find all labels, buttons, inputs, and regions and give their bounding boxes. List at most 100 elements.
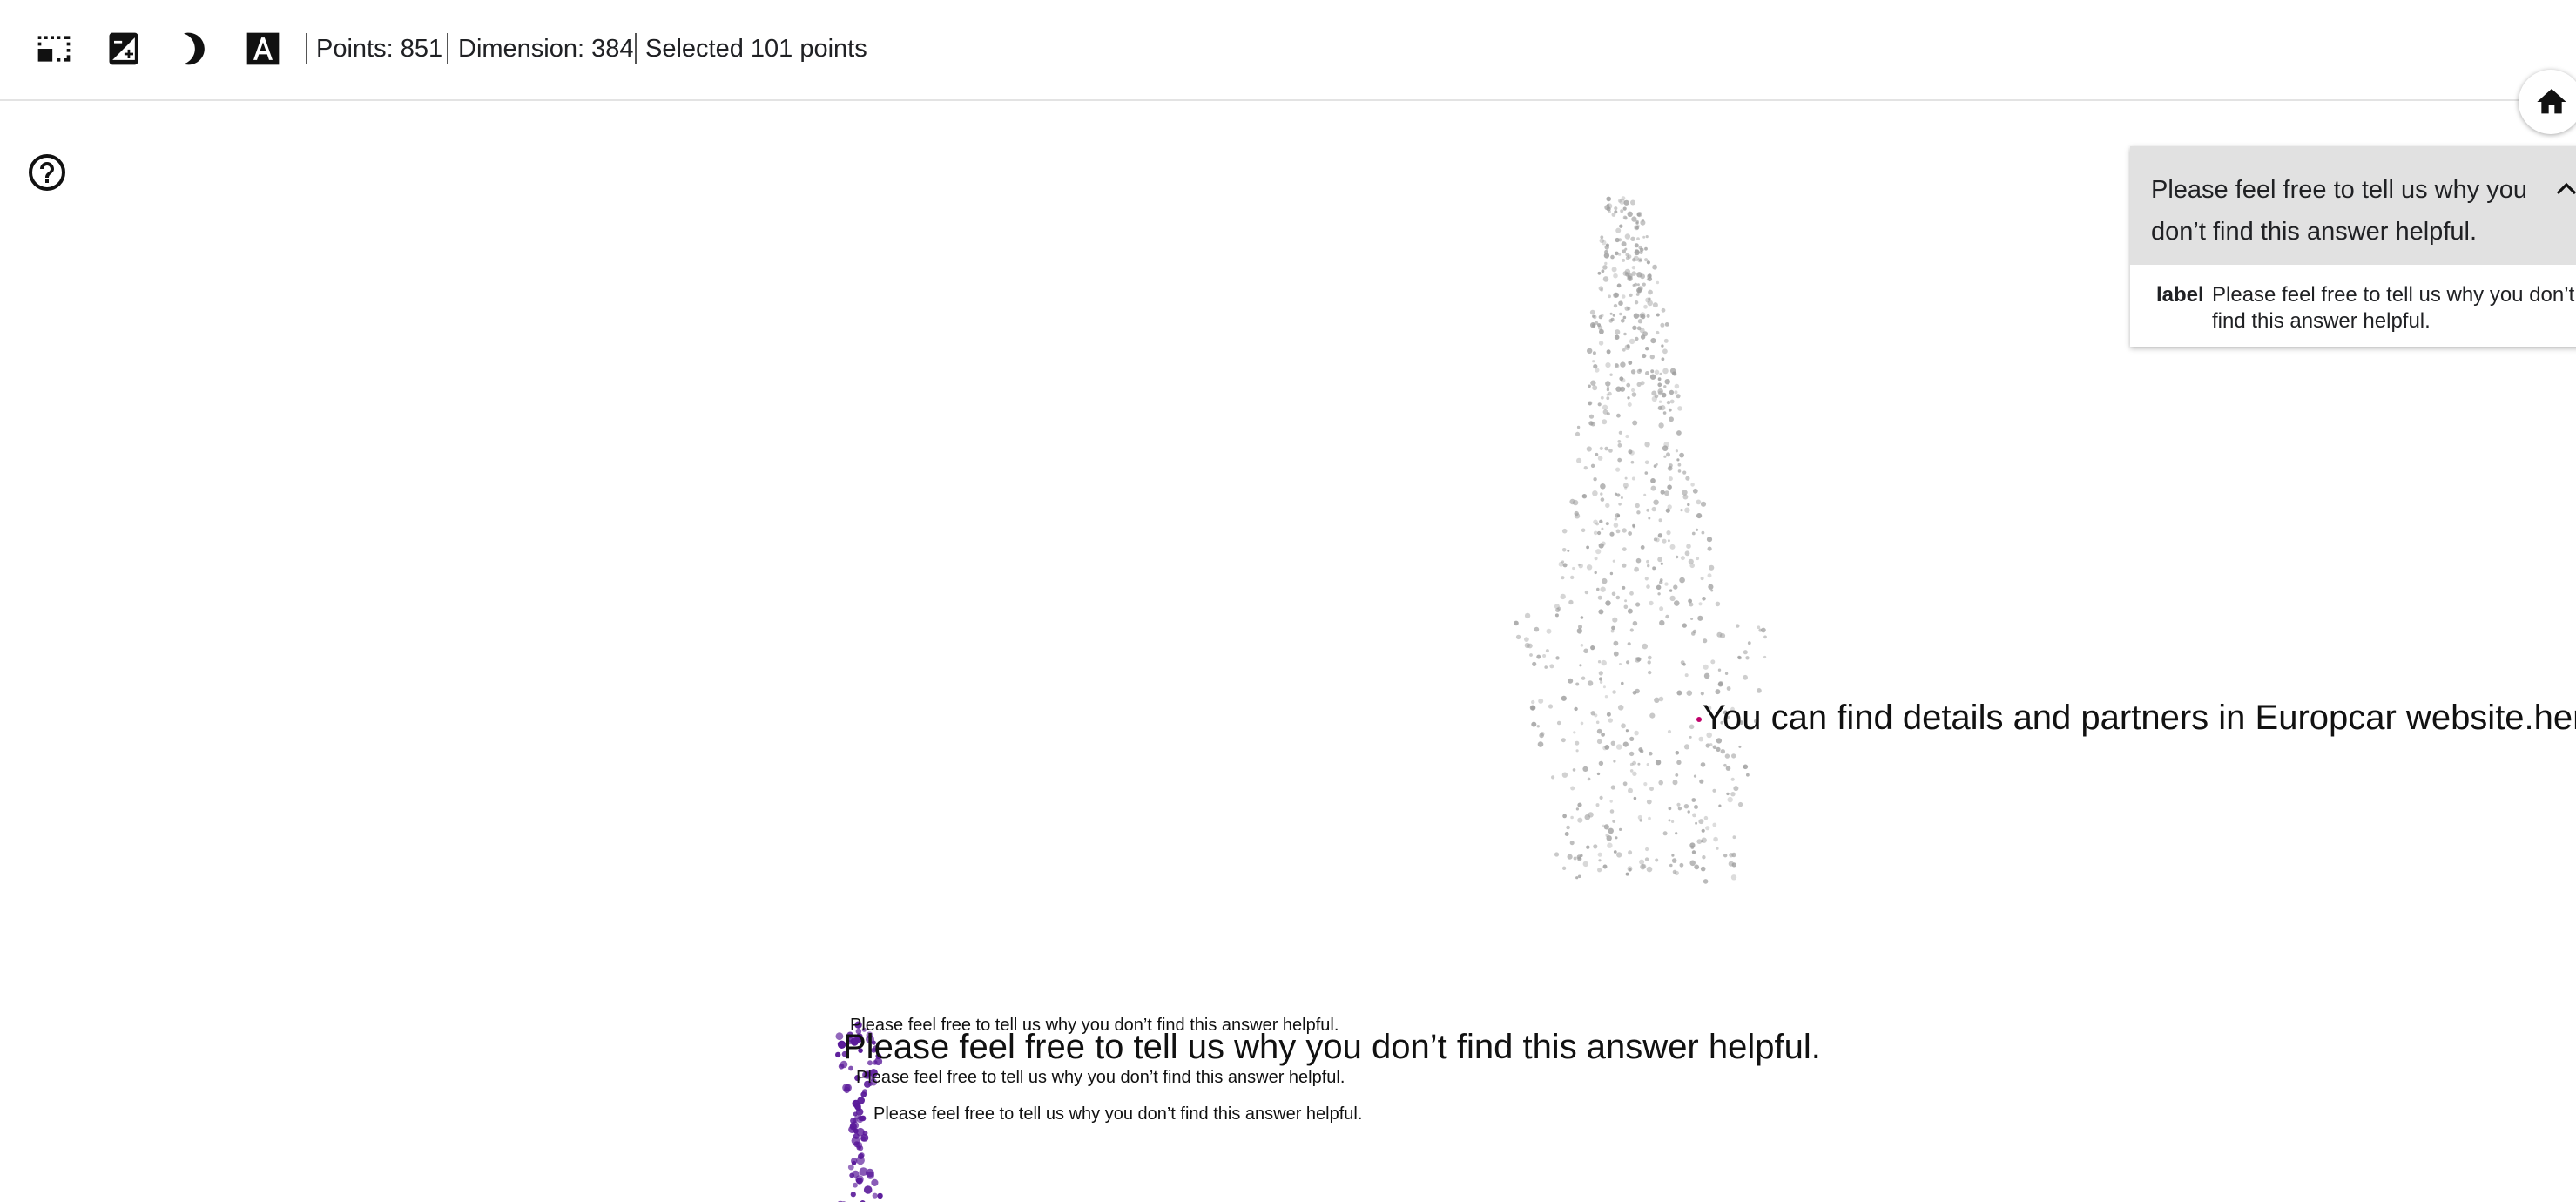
- data-point: [1656, 584, 1662, 591]
- data-point: [1701, 828, 1705, 833]
- rectangle-select-icon[interactable]: [31, 26, 77, 71]
- data-point: [1672, 780, 1678, 786]
- data-point: [1542, 654, 1547, 658]
- moon-icon[interactable]: [171, 26, 216, 71]
- selected-data-point: [860, 1133, 869, 1142]
- selected-data-point: [851, 1158, 858, 1165]
- data-point: [1575, 807, 1579, 811]
- data-point: [1662, 368, 1669, 375]
- data-point: [1658, 518, 1662, 523]
- data-point: [1575, 749, 1579, 753]
- data-point: [1597, 271, 1602, 275]
- data-point: [1613, 640, 1619, 646]
- data-point: [1576, 457, 1582, 463]
- data-point: [1640, 381, 1645, 386]
- data-point: [1635, 503, 1640, 509]
- data-point: [1695, 528, 1699, 531]
- data-point: [1598, 341, 1604, 346]
- data-point: [1650, 478, 1656, 483]
- data-point: [1578, 564, 1583, 569]
- exposure-icon[interactable]: [101, 26, 146, 71]
- data-point: [1622, 258, 1626, 262]
- data-point: [1599, 680, 1603, 684]
- data-point: [1624, 599, 1628, 603]
- dimension-count: Dimension: 384: [458, 35, 634, 63]
- data-point: [1635, 336, 1639, 341]
- data-point: [1677, 463, 1682, 467]
- data-point: [1679, 862, 1684, 868]
- data-point: [1629, 736, 1635, 742]
- selected-count: Selected 101 points: [645, 35, 867, 63]
- chevron-up-icon[interactable]: [2553, 176, 2576, 199]
- data-point: [1640, 749, 1644, 753]
- data-point: [1651, 506, 1656, 512]
- data-point: [1534, 626, 1540, 632]
- data-point: [1698, 819, 1704, 825]
- data-point: [1715, 601, 1721, 607]
- data-point: [1544, 665, 1548, 669]
- data-point: [1640, 334, 1646, 340]
- data-point: [1673, 584, 1678, 590]
- data-point: [1609, 312, 1613, 315]
- data-point: [1586, 446, 1592, 452]
- data-point: [1604, 446, 1608, 451]
- data-point: [1603, 253, 1610, 259]
- data-point: [1652, 566, 1656, 571]
- data-point: [1709, 564, 1715, 571]
- data-point: [1641, 314, 1646, 320]
- selected-data-point: [853, 1182, 858, 1188]
- data-point: [1649, 600, 1654, 606]
- data-point: [1602, 276, 1609, 282]
- data-point: [1602, 409, 1608, 415]
- data-point: [1597, 456, 1603, 461]
- data-point: [1686, 544, 1691, 549]
- data-point: [1617, 457, 1622, 463]
- data-point: [1600, 497, 1605, 502]
- data-point: [1669, 863, 1673, 868]
- data-point: [1630, 369, 1636, 375]
- selected-data-point: [863, 1185, 873, 1194]
- data-point: [1588, 384, 1591, 388]
- data-point: [1696, 557, 1700, 561]
- data-point: [1601, 269, 1605, 273]
- data-point: [1732, 835, 1736, 840]
- data-point: [1624, 476, 1628, 480]
- panel-field-key: label: [2156, 283, 2204, 307]
- data-point: [1675, 832, 1678, 835]
- panel-header[interactable]: Please feel free to tell us why you don’…: [2130, 146, 2576, 265]
- data-point: [1653, 499, 1659, 505]
- data-point: [1592, 351, 1596, 355]
- data-point: [1562, 814, 1567, 819]
- data-point: [1660, 490, 1665, 495]
- data-point: [1677, 406, 1682, 411]
- data-point: [1624, 486, 1628, 490]
- data-point: [1637, 814, 1642, 820]
- data-point: [1643, 782, 1648, 787]
- selected-data-point: [860, 1115, 867, 1122]
- data-point: [1698, 602, 1703, 606]
- data-point: [1657, 382, 1662, 388]
- data-point: [1649, 374, 1656, 380]
- data-point: [1646, 314, 1650, 318]
- data-point: [1647, 276, 1653, 282]
- data-point: [1658, 780, 1663, 786]
- data-point: [1702, 597, 1706, 601]
- data-point: [1684, 550, 1690, 557]
- data-point: [1605, 522, 1609, 526]
- data-point: [1619, 663, 1622, 665]
- data-point: [1554, 852, 1560, 857]
- points-count: Points: 851: [316, 35, 443, 63]
- data-point: [1587, 777, 1591, 781]
- data-point: [1616, 852, 1622, 858]
- data-point: [1621, 723, 1626, 729]
- data-point: [1726, 792, 1730, 796]
- data-point: [1637, 319, 1643, 324]
- data-point: [1596, 772, 1601, 776]
- data-point: [1622, 563, 1627, 568]
- data-point: [1628, 787, 1633, 793]
- data-point: [1763, 635, 1767, 639]
- text-label-icon[interactable]: [240, 26, 286, 71]
- data-point: [1717, 681, 1723, 687]
- data-point: [1700, 577, 1704, 581]
- data-point: [1576, 628, 1583, 634]
